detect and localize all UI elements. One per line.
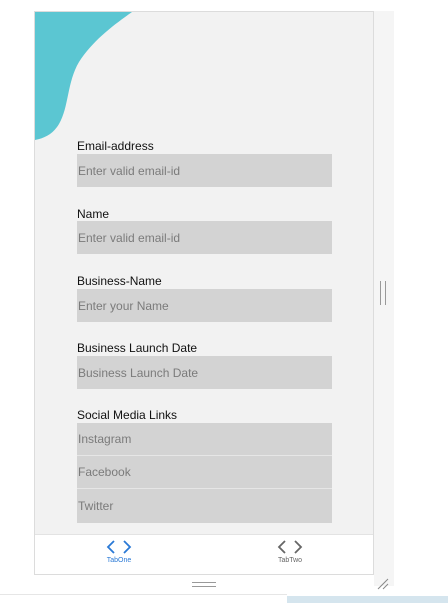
social-links-label: Social Media Links xyxy=(77,408,178,422)
tab-one-label: TabOne xyxy=(106,557,132,564)
twitter-field[interactable] xyxy=(77,489,332,523)
code-icon xyxy=(277,540,303,554)
horizontal-resize-handle[interactable] xyxy=(192,582,216,587)
vertical-resize-handle[interactable] xyxy=(380,281,386,305)
social-links-group xyxy=(77,423,332,523)
name-field[interactable] xyxy=(77,221,332,254)
launch-date-label: Business Launch Date xyxy=(77,341,198,355)
email-field[interactable] xyxy=(77,154,332,187)
business-name-label: Business-Name xyxy=(77,274,162,288)
email-label: Email-address xyxy=(77,139,154,153)
business-name-field[interactable] xyxy=(77,289,332,322)
instagram-field[interactable] xyxy=(77,423,332,456)
bottom-strip-left xyxy=(0,594,287,603)
code-icon xyxy=(106,540,132,554)
bottom-strip-highlight xyxy=(287,596,448,603)
tab-two-label: TabTwo xyxy=(277,557,303,564)
tab-two[interactable]: TabTwo xyxy=(260,539,320,564)
tab-one[interactable]: TabOne xyxy=(89,539,149,564)
launch-date-field[interactable] xyxy=(77,356,332,389)
name-label: Name xyxy=(77,207,110,221)
app-screen: Email-address Name Business-Name Busines… xyxy=(34,11,374,575)
bottom-tab-bar: TabOne TabTwo xyxy=(35,534,373,574)
decorative-blob xyxy=(35,12,132,140)
resize-grip-icon[interactable] xyxy=(377,578,389,590)
bottom-strip xyxy=(0,594,448,603)
facebook-field[interactable] xyxy=(77,456,332,489)
